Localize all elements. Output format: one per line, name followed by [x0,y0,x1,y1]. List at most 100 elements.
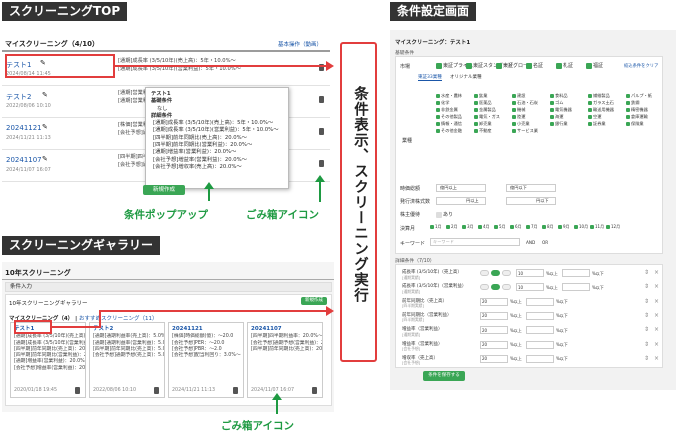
period-pill[interactable] [491,270,500,276]
industry-checkbox[interactable]: 電気・ガス [474,114,500,120]
close-icon[interactable]: × [654,326,659,333]
condition-max-input[interactable] [562,269,590,277]
center-action-box: 条件表示、スクリーニング実行 [340,42,377,362]
industry-checkbox[interactable]: 保険業 [626,121,644,127]
condition-max-input[interactable] [562,283,590,292]
industry-checkbox[interactable]: 繊維製品 [588,93,610,99]
month-checkbox[interactable]: 10月 [574,224,588,230]
market-checkbox[interactable]: 札証 [556,62,573,69]
period-pill[interactable] [480,284,489,291]
industry-checkbox[interactable]: 不動産 [474,128,492,134]
condition-min-value: 20 [482,313,488,319]
industry-checkbox[interactable]: 金属製品 [474,107,496,113]
unit: %以下 [556,313,568,319]
period-pill[interactable] [491,284,500,291]
industry-checkbox[interactable]: 精密機器 [626,107,648,113]
unit: %以上 [510,327,522,333]
unit: 円以下 [536,198,549,203]
industry-checkbox[interactable]: その他金融 [436,128,462,134]
industry-checkbox[interactable]: 倉庫運輸 [626,114,648,120]
industry-checkbox[interactable]: 鉱業 [474,93,487,99]
month-label: 決算月 [400,226,416,232]
industry-checkbox[interactable]: 化学 [436,100,449,106]
industry-checkbox[interactable]: 非鉄金属 [436,107,458,113]
industry-checkbox[interactable]: 機械 [512,107,525,113]
industry-checkbox[interactable]: 海運 [550,114,563,120]
close-icon[interactable]: × [654,355,659,362]
unit: %以下 [592,270,604,276]
industry-checkbox[interactable]: 小売業 [512,121,530,127]
period-pill[interactable] [502,270,511,276]
industry-checkbox[interactable]: 鉄鋼 [626,100,639,106]
yutai-checkbox[interactable]: あり [436,211,453,218]
detail-conditions-box: 成長率 (3/5/10年)（売上高） [通期実績] 10 %以上 %以下 ⇕ × 成長率 (3… [395,264,663,368]
industry-checkbox[interactable]: 建設 [512,93,525,99]
industry-checkbox[interactable]: パルプ・紙 [626,93,652,99]
unit: %以上 [546,270,558,276]
drag-handle-icon[interactable]: ⇕ [644,269,649,276]
month-checkbox[interactable]: 1月 [430,224,442,230]
month-checkbox[interactable]: 8月 [542,224,554,230]
basic-conditions-box: 市場 東証プライム 東証スタンダード 東証グロース 名証 札証 福証 絞込条件をクリア 東証33… [395,56,663,254]
keyword-or[interactable]: OR [542,240,548,245]
industry-checkbox[interactable]: 電気機器 [550,107,572,113]
unit: %以上 [510,342,522,347]
industry-checkbox[interactable]: 情報・通信 [436,121,462,127]
industry-tab[interactable]: 東証33業種 [418,74,442,81]
industry-checkbox[interactable]: 銀行業 [550,121,568,127]
drag-handle-icon[interactable]: ⇕ [644,326,649,333]
unit: %以上 [510,313,522,319]
close-icon[interactable]: × [654,341,659,348]
month-checkbox[interactable]: 9月 [558,224,570,230]
field-label: 時価総額 [400,186,421,192]
condition-max-input[interactable] [526,340,554,349]
condition-max-input[interactable] [526,297,554,306]
industry-checkbox[interactable]: 空運 [588,114,601,120]
month-checkbox[interactable]: 3月 [462,224,474,230]
save-conditions-button[interactable]: 条件を保存する [423,371,465,381]
unit: 円以上 [466,198,479,203]
industry-checkbox[interactable]: 石油・石炭 [512,100,538,106]
industry-checkbox[interactable]: 卸売業 [474,121,492,127]
condition-max-input[interactable] [526,354,554,363]
clear-filter-link[interactable]: 絞込条件をクリア [624,63,658,69]
industry-checkbox[interactable]: 医薬品 [474,100,492,106]
drag-handle-icon[interactable]: ⇕ [644,312,649,319]
close-icon[interactable]: × [654,269,659,276]
month-checkbox[interactable]: 4月 [478,224,490,230]
month-checkbox[interactable]: 7月 [526,224,538,230]
industry-checkbox[interactable]: サービス業 [512,128,538,134]
industry-checkbox[interactable]: ゴム [550,100,563,106]
month-checkbox[interactable]: 6月 [510,224,522,230]
industry-tab[interactable]: オリジナル業種 [450,74,482,80]
industry-checkbox[interactable]: 水産・農林 [436,93,462,99]
drag-handle-icon[interactable]: ⇕ [644,298,649,305]
industry-checkbox[interactable]: その他製品 [436,114,462,120]
condition-max-input[interactable] [526,311,554,320]
close-icon[interactable]: × [654,298,659,305]
keyword-and[interactable]: AND [526,240,535,245]
condition-max-input[interactable] [526,326,554,335]
close-icon[interactable]: × [654,312,659,319]
month-checkbox[interactable]: 5月 [494,224,506,230]
condition-min-value: 20 [482,342,488,347]
drag-handle-icon[interactable]: ⇕ [644,341,649,348]
industry-checkbox[interactable]: 陸運 [512,114,525,120]
unit: %以上 [510,356,522,362]
industry-checkbox[interactable]: 輸送用機器 [588,107,614,113]
period-pill[interactable] [502,284,511,291]
market-checkbox[interactable]: 名証 [526,62,543,69]
industry-checkbox[interactable]: ガラス土石 [588,100,614,106]
drag-handle-icon[interactable]: ⇕ [644,355,649,362]
drag-handle-icon[interactable]: ⇕ [644,283,649,290]
industry-checkbox[interactable]: 食料品 [550,93,568,99]
month-checkbox[interactable]: 12月 [606,224,620,230]
industry-checkbox[interactable]: 証券業 [588,121,606,127]
month-checkbox[interactable]: 2月 [446,224,458,230]
period-pill[interactable] [480,270,489,276]
market-checkbox[interactable]: 福証 [586,62,603,69]
month-checkbox[interactable]: 11月 [590,224,604,230]
detail-conditions-heading: 詳細条件（7/10） [395,259,435,264]
close-icon[interactable]: × [654,283,659,290]
gallery-trash-label: ごみ箱アイコン [221,420,294,432]
